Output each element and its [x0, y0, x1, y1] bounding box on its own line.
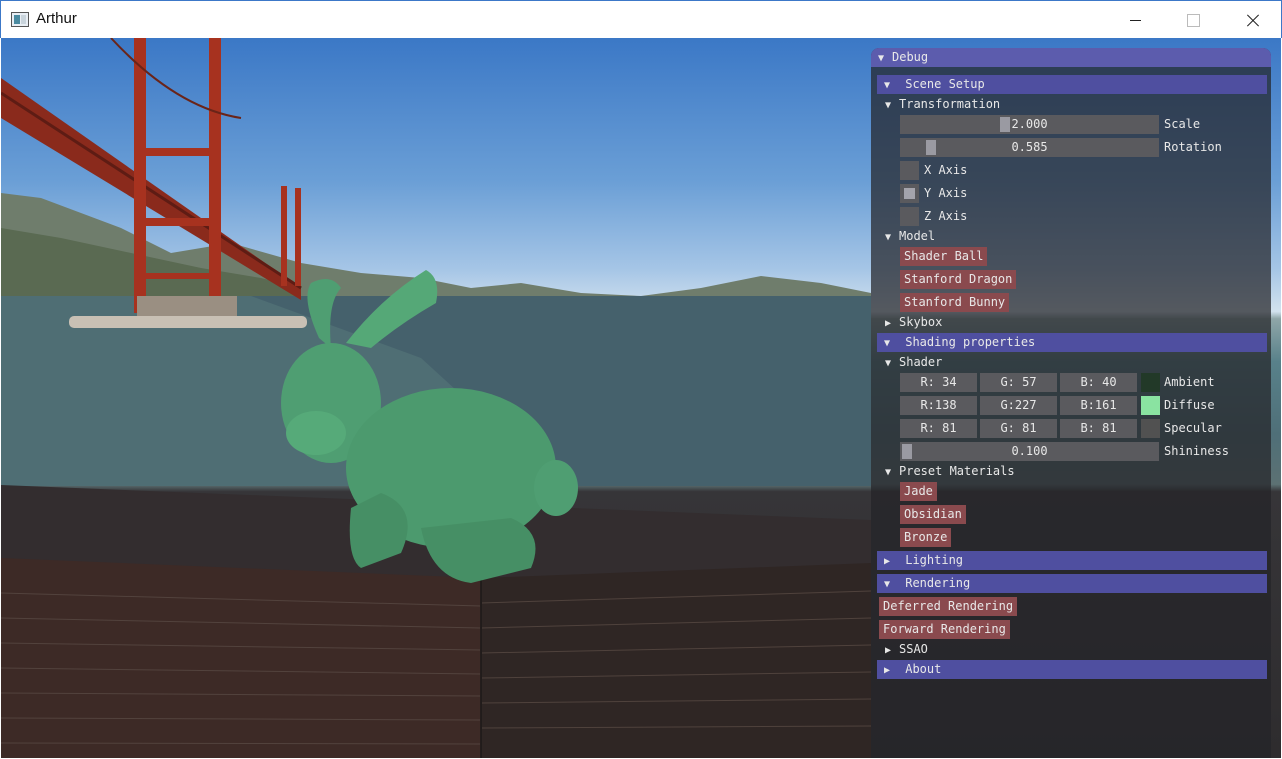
- x-axis-checkbox[interactable]: [900, 161, 919, 180]
- window-titlebar[interactable]: Arthur: [0, 0, 1282, 38]
- app-window-icon: [11, 12, 29, 27]
- close-button[interactable]: [1223, 1, 1281, 39]
- wall-front: [1, 558, 481, 758]
- deferred-rendering-button[interactable]: Deferred Rendering: [879, 597, 1018, 616]
- y-axis-label: Y Axis: [924, 186, 968, 200]
- ambient-r-field[interactable]: R: 34: [900, 373, 977, 392]
- about-header[interactable]: ▶ About: [877, 660, 1267, 679]
- diffuse-b-field[interactable]: B:161: [1060, 396, 1137, 415]
- diffuse-g-field[interactable]: G:227: [980, 396, 1057, 415]
- y-axis-checkbox[interactable]: [900, 184, 919, 203]
- checkmark-icon: [904, 188, 915, 199]
- window-title: Arthur: [36, 10, 77, 27]
- x-axis-label: X Axis: [924, 163, 968, 177]
- expand-arrow-icon: ▼: [885, 232, 892, 243]
- shader-ball-button[interactable]: Shader Ball: [900, 247, 988, 266]
- rotation-slider[interactable]: 0.585: [900, 138, 1159, 157]
- forward-rendering-button[interactable]: Forward Rendering: [879, 620, 1010, 639]
- specular-r-field[interactable]: R: 81: [900, 419, 977, 438]
- expand-arrow-icon: ▼: [884, 579, 891, 590]
- expand-arrow-icon: ▼: [885, 100, 892, 111]
- scale-slider[interactable]: 2.000: [900, 115, 1159, 134]
- preset-materials-tree-node[interactable]: ▼ Preset Materials: [885, 462, 1015, 481]
- diffuse-r-field[interactable]: R:138: [900, 396, 977, 415]
- scene-setup-header[interactable]: ▼ Scene Setup: [877, 75, 1267, 94]
- shading-properties-header[interactable]: ▼ Shading properties: [877, 333, 1267, 352]
- collapsed-arrow-icon: ▶: [885, 318, 892, 329]
- z-axis-label: Z Axis: [924, 209, 968, 223]
- collapsed-arrow-icon: ▶: [884, 665, 891, 676]
- transformation-tree-node[interactable]: ▼ Transformation: [885, 95, 1000, 114]
- scale-label: Scale: [1164, 117, 1201, 131]
- shader-tree-node[interactable]: ▼ Shader: [885, 353, 942, 372]
- debug-panel[interactable]: ▼ Debug ▼ Scene Setup ▼ Transformation 2.0…: [871, 48, 1271, 758]
- shininess-label: Shininess: [1164, 444, 1230, 458]
- collapse-arrow-icon: ▼: [878, 53, 885, 64]
- skybox-tree-node[interactable]: ▶ Skybox: [885, 313, 942, 332]
- rotation-label: Rotation: [1164, 140, 1222, 154]
- specular-color-swatch[interactable]: [1141, 419, 1160, 438]
- expand-arrow-icon: ▼: [885, 358, 892, 369]
- bronze-button[interactable]: Bronze: [900, 528, 952, 547]
- z-axis-checkbox[interactable]: [900, 207, 919, 226]
- stanford-dragon-button[interactable]: Stanford Dragon: [900, 270, 1017, 289]
- expand-arrow-icon: ▼: [884, 338, 891, 349]
- collapsed-arrow-icon: ▶: [884, 556, 891, 567]
- collapsed-arrow-icon: ▶: [885, 645, 892, 656]
- expand-arrow-icon: ▼: [885, 467, 892, 478]
- diffuse-color-swatch[interactable]: [1141, 396, 1160, 415]
- jade-button[interactable]: Jade: [900, 482, 937, 501]
- ambient-label: Ambient: [1164, 375, 1215, 389]
- model-tree-node[interactable]: ▼ Model: [885, 227, 935, 246]
- diffuse-label: Diffuse: [1164, 398, 1215, 412]
- stanford-bunny-button[interactable]: Stanford Bunny: [900, 293, 1010, 312]
- obsidian-button[interactable]: Obsidian: [900, 505, 966, 524]
- wall-side: [481, 563, 871, 758]
- render-viewport[interactable]: ▼ Debug ▼ Scene Setup ▼ Transformation 2.0…: [1, 38, 1281, 758]
- lighting-header[interactable]: ▶ Lighting: [877, 551, 1267, 570]
- minimize-button[interactable]: [1107, 1, 1165, 39]
- maximize-button[interactable]: [1164, 1, 1222, 39]
- shininess-slider[interactable]: 0.100: [900, 442, 1159, 461]
- ambient-color-swatch[interactable]: [1141, 373, 1160, 392]
- specular-g-field[interactable]: G: 81: [980, 419, 1057, 438]
- expand-arrow-icon: ▼: [884, 80, 891, 91]
- specular-label: Specular: [1164, 421, 1222, 435]
- ambient-b-field[interactable]: B: 40: [1060, 373, 1137, 392]
- ssao-tree-node[interactable]: ▶ SSAO: [885, 640, 928, 659]
- specular-b-field[interactable]: B: 81: [1060, 419, 1137, 438]
- debug-panel-title[interactable]: ▼ Debug: [871, 48, 1271, 67]
- ambient-g-field[interactable]: G: 57: [980, 373, 1057, 392]
- rendering-header[interactable]: ▼ Rendering: [877, 574, 1267, 593]
